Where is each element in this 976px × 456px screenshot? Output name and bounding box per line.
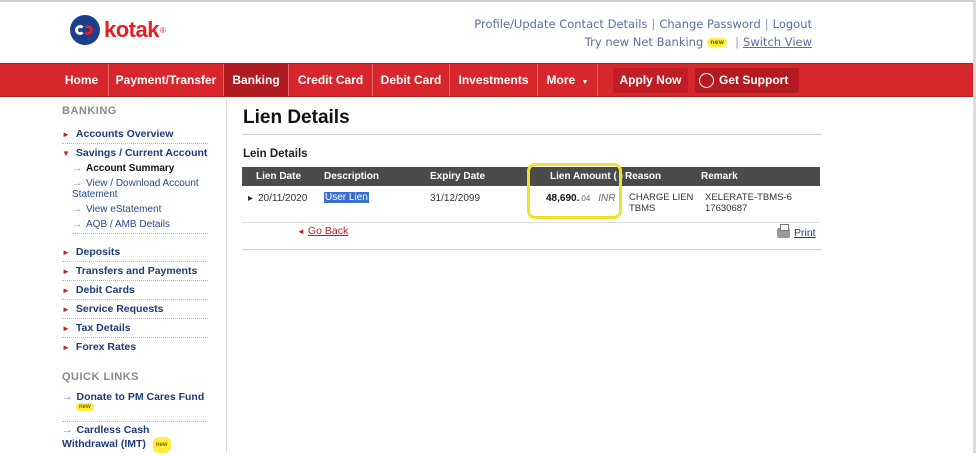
arrow-right-icon: ► [62,324,70,333]
logout-link[interactable]: Logout [773,17,812,31]
quick-link-label: Cardless Cash Withdrawal (IMT) [62,424,150,450]
arrow-icon: → [72,204,82,215]
print-link[interactable]: Print [794,227,816,239]
arrow-right-icon: ► [62,343,70,352]
arrow-icon: → [72,163,82,174]
logo-text: kotak [104,17,159,42]
sidebar-item-savings-current[interactable]: ▼ Savings / Current Account [62,147,208,162]
top-links: Profile/Update Contact Details | Change Pa… [474,17,812,31]
top-links-secondary: Try new Net Banking new | Switch View [584,35,812,49]
arrow-icon: → [62,391,73,403]
sidebar-item-debit-cards[interactable]: ► Debit Cards [62,284,208,300]
kotak-logo[interactable]: kotak ® [70,15,166,45]
quick-link-label: Donate to PM Cares Fund [76,391,205,403]
sidebar-sub-view-estatement[interactable]: → View eStatement [72,204,212,215]
main-nav: Home Payment/Transfer Banking Credit Car… [0,63,973,97]
sidebar-item-label: Tax Details [75,322,131,334]
cell-remark: XELERATE-TBMS-617630687 [705,192,792,214]
arrow-right-icon: ► [62,267,70,276]
arrow-right-icon: ► [62,248,70,257]
nav-more[interactable]: More ▼ [538,64,598,96]
sidebar-sub-account-summary[interactable]: → Account Summary [72,163,212,174]
sidebar-sub-label: View eStatement [86,204,162,215]
sidebar-item-forex-rates[interactable]: ► Forex Rates [62,341,208,356]
phone-icon [699,73,714,88]
new-badge: new [707,37,728,47]
sidebar-item-label: Accounts Overview [75,128,174,140]
sidebar-item-label: Debit Cards [75,284,135,296]
back-arrow-icon: ◄ [297,227,305,236]
page-title: Lien Details [243,107,350,128]
quick-links-heading: QUICK LINKS [62,371,139,383]
arrow-icon: → [72,178,82,189]
col-remark: Remark [701,171,738,182]
sidebar-item-service-requests[interactable]: ► Service Requests [62,303,208,319]
title-divider [242,134,822,135]
printer-icon [777,224,790,238]
sidebar-sub-label: Account Summary [86,163,175,174]
try-new-net-banking-link[interactable]: Try new Net Banking [585,35,703,49]
cell-description: User Lien [324,192,369,203]
arrow-right-icon: ► [62,130,70,139]
arrow-icon: → [62,424,73,436]
kotak-logo-icon [70,15,100,45]
sidebar-item-label: Deposits [75,246,121,258]
print[interactable]: Print [777,224,816,239]
nav-debit-card[interactable]: Debit Card [373,64,450,96]
new-badge: new [76,403,94,411]
chevron-down-icon: ▼ [581,79,589,86]
quick-link-cardless-cash[interactable]: → Cardless Cash Withdrawal (IMT) new [62,423,208,456]
cell-expiry-date: 31/12/2099 [430,193,481,204]
sidebar-item-deposits[interactable]: ► Deposits [62,246,208,262]
go-back-link[interactable]: Go Back [308,225,348,237]
sidebar-heading: BANKING [62,105,117,117]
quick-link-pm-cares[interactable]: → Donate to PM Cares Fund new [62,391,208,422]
top-edge [0,0,976,2]
cell-lien-date: 20/11/2020 [258,193,308,204]
sidebar-item-label: Forex Rates [75,341,137,353]
description-text: User Lien [324,192,369,203]
sidebar-item-label: Savings / Current Account [75,147,208,159]
nav-banking[interactable]: Banking [224,64,289,96]
new-badge: new [152,437,171,453]
change-password-link[interactable]: Change Password [659,17,760,31]
nav-investments[interactable]: Investments [450,64,538,96]
cell-reason: CHARGE LIEN TBMS [629,192,694,214]
sidebar-sub-label: View / Download Account Statement [72,178,199,200]
nav-home[interactable]: Home [55,64,109,96]
sidebar-item-label: Service Requests [75,303,164,315]
nav-more-label: More [546,73,576,87]
profile-update-link[interactable]: Profile/Update Contact Details [474,17,647,31]
sidebar-item-accounts-overview[interactable]: ► Accounts Overview [62,128,208,144]
get-support-label: Get Support [719,73,789,87]
sidebar-item-label: Transfers and Payments [75,265,198,277]
arrow-right-icon: ► [62,305,70,314]
arrow-right-icon: ► [62,286,70,295]
row-expand-icon[interactable]: ▸ [248,193,253,204]
arrow-icon: → [72,219,82,230]
sidebar-divider [226,100,227,453]
col-description: Description [324,171,380,182]
sidebar: BANKING ► Accounts Overview ▼ Savings / Cu… [62,105,210,453]
col-lien-date: Lien Date [256,171,302,182]
col-expiry-date: Expiry Date [430,171,486,182]
sidebar-sub-label: AQB / AMB Details [86,219,170,230]
annotation-highlight [527,163,622,219]
col-reason: Reason [625,171,662,182]
bottom-divider [242,249,822,250]
switch-view-link[interactable]: Switch View [743,35,812,49]
sidebar-item-tax-details[interactable]: ► Tax Details [62,322,208,338]
nav-credit-card[interactable]: Credit Card [289,64,373,96]
sidebar-sub-view-download-statement[interactable]: → View / Download Account Statement [72,178,212,200]
section-label: Lein Details [243,148,308,160]
get-support-button[interactable]: Get Support [695,68,799,93]
sidebar-sub-aqb-amb[interactable]: → AQB / AMB Details [72,219,208,234]
sidebar-item-transfers-payments[interactable]: ► Transfers and Payments [62,265,208,281]
arrow-down-icon: ▼ [62,149,70,158]
nav-payment-transfer[interactable]: Payment/Transfer [109,64,224,96]
logo-registered-mark: ® [159,25,166,35]
apply-now-button[interactable]: Apply Now [613,68,688,93]
go-back[interactable]: ◄ Go Back [297,225,348,237]
